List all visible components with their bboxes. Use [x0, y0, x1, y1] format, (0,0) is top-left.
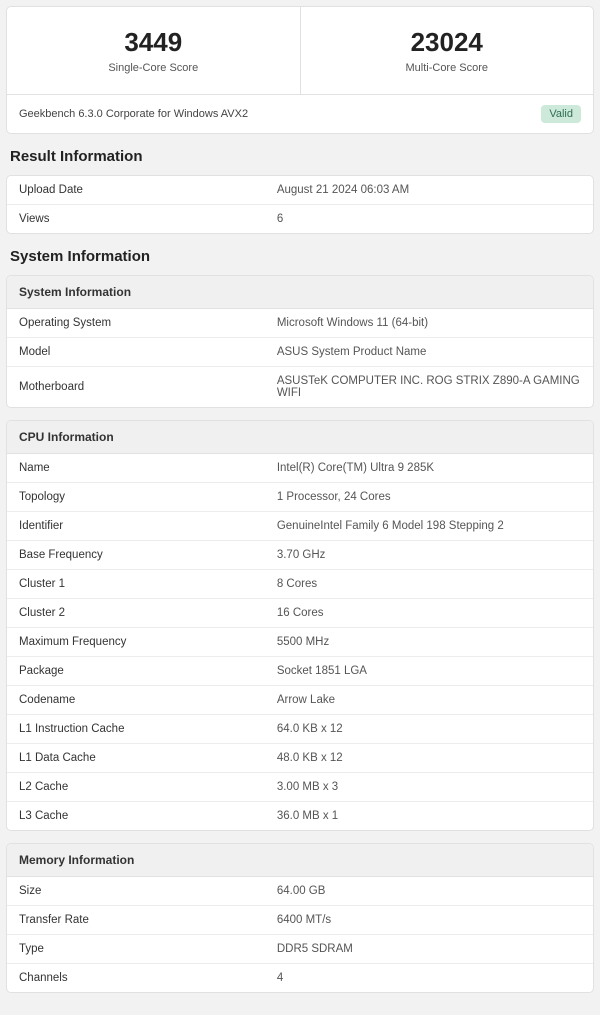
cpu-section-header: CPU Information — [7, 421, 593, 454]
result-value: 6 — [265, 205, 593, 234]
cpu-key: L3 Cache — [7, 802, 265, 831]
system-info-heading: System Information — [10, 248, 590, 265]
cpu-info-card: CPU Information NameIntel(R) Core(TM) Ul… — [6, 420, 594, 831]
memory-key: Type — [7, 935, 265, 964]
memory-row: Transfer Rate6400 MT/s — [7, 906, 593, 935]
single-core-cell: 3449 Single-Core Score — [7, 7, 301, 94]
memory-row: Channels4 — [7, 964, 593, 993]
cpu-key: Maximum Frequency — [7, 628, 265, 657]
system-key: Model — [7, 338, 265, 367]
scores-card: 3449 Single-Core Score 23024 Multi-Core … — [6, 6, 594, 134]
cpu-value: Arrow Lake — [265, 686, 593, 715]
cpu-key: Codename — [7, 686, 265, 715]
memory-info-table: Memory Information Size64.00 GBTransfer … — [7, 844, 593, 992]
cpu-row: L1 Instruction Cache64.0 KB x 12 — [7, 715, 593, 744]
cpu-value: Intel(R) Core(TM) Ultra 9 285K — [265, 454, 593, 483]
cpu-value: 64.0 KB x 12 — [265, 715, 593, 744]
version-text: Geekbench 6.3.0 Corporate for Windows AV… — [19, 108, 248, 120]
cpu-value: 16 Cores — [265, 599, 593, 628]
cpu-key: L2 Cache — [7, 773, 265, 802]
cpu-row: Base Frequency3.70 GHz — [7, 541, 593, 570]
cpu-key: Identifier — [7, 512, 265, 541]
cpu-key: Base Frequency — [7, 541, 265, 570]
cpu-row: Topology1 Processor, 24 Cores — [7, 483, 593, 512]
valid-badge: Valid — [541, 105, 581, 123]
system-info-table: System Information Operating SystemMicro… — [7, 276, 593, 407]
system-key: Motherboard — [7, 367, 265, 408]
result-value: August 21 2024 06:03 AM — [265, 176, 593, 205]
result-row: Upload DateAugust 21 2024 06:03 AM — [7, 176, 593, 205]
multi-core-value: 23024 — [311, 27, 584, 58]
cpu-row: PackageSocket 1851 LGA — [7, 657, 593, 686]
system-row: Operating SystemMicrosoft Windows 11 (64… — [7, 309, 593, 338]
system-key: Operating System — [7, 309, 265, 338]
system-info-card: System Information Operating SystemMicro… — [6, 275, 594, 408]
cpu-key: Name — [7, 454, 265, 483]
cpu-row: NameIntel(R) Core(TM) Ultra 9 285K — [7, 454, 593, 483]
cpu-row: CodenameArrow Lake — [7, 686, 593, 715]
memory-value: 4 — [265, 964, 593, 993]
memory-key: Transfer Rate — [7, 906, 265, 935]
cpu-row: L3 Cache36.0 MB x 1 — [7, 802, 593, 831]
cpu-row: Maximum Frequency5500 MHz — [7, 628, 593, 657]
cpu-value: 3.70 GHz — [265, 541, 593, 570]
cpu-key: Package — [7, 657, 265, 686]
system-row: ModelASUS System Product Name — [7, 338, 593, 367]
cpu-key: Cluster 1 — [7, 570, 265, 599]
cpu-row: L2 Cache3.00 MB x 3 — [7, 773, 593, 802]
cpu-value: 1 Processor, 24 Cores — [265, 483, 593, 512]
system-row: MotherboardASUSTeK COMPUTER INC. ROG STR… — [7, 367, 593, 408]
cpu-row: L1 Data Cache48.0 KB x 12 — [7, 744, 593, 773]
version-row: Geekbench 6.3.0 Corporate for Windows AV… — [7, 94, 593, 133]
system-value: Microsoft Windows 11 (64-bit) — [265, 309, 593, 338]
cpu-value: 5500 MHz — [265, 628, 593, 657]
cpu-value: 36.0 MB x 1 — [265, 802, 593, 831]
system-value: ASUS System Product Name — [265, 338, 593, 367]
memory-key: Size — [7, 877, 265, 906]
result-info-table: Upload DateAugust 21 2024 06:03 AMViews6 — [7, 176, 593, 233]
cpu-info-table: CPU Information NameIntel(R) Core(TM) Ul… — [7, 421, 593, 830]
memory-row: TypeDDR5 SDRAM — [7, 935, 593, 964]
memory-value: DDR5 SDRAM — [265, 935, 593, 964]
cpu-row: IdentifierGenuineIntel Family 6 Model 19… — [7, 512, 593, 541]
memory-value: 64.00 GB — [265, 877, 593, 906]
cpu-value: 3.00 MB x 3 — [265, 773, 593, 802]
multi-core-label: Multi-Core Score — [311, 62, 584, 74]
cpu-value: 48.0 KB x 12 — [265, 744, 593, 773]
single-core-label: Single-Core Score — [17, 62, 290, 74]
result-info-card: Upload DateAugust 21 2024 06:03 AMViews6 — [6, 175, 594, 234]
memory-key: Channels — [7, 964, 265, 993]
cpu-value: 8 Cores — [265, 570, 593, 599]
cpu-key: Cluster 2 — [7, 599, 265, 628]
cpu-value: Socket 1851 LGA — [265, 657, 593, 686]
system-value: ASUSTeK COMPUTER INC. ROG STRIX Z890-A G… — [265, 367, 593, 408]
result-key: Views — [7, 205, 265, 234]
cpu-key: L1 Data Cache — [7, 744, 265, 773]
memory-info-card: Memory Information Size64.00 GBTransfer … — [6, 843, 594, 993]
cpu-row: Cluster 18 Cores — [7, 570, 593, 599]
cpu-row: Cluster 216 Cores — [7, 599, 593, 628]
memory-value: 6400 MT/s — [265, 906, 593, 935]
result-row: Views6 — [7, 205, 593, 234]
result-info-heading: Result Information — [10, 148, 590, 165]
system-section-header: System Information — [7, 276, 593, 309]
memory-row: Size64.00 GB — [7, 877, 593, 906]
cpu-value: GenuineIntel Family 6 Model 198 Stepping… — [265, 512, 593, 541]
cpu-key: Topology — [7, 483, 265, 512]
memory-section-header: Memory Information — [7, 844, 593, 877]
cpu-key: L1 Instruction Cache — [7, 715, 265, 744]
single-core-value: 3449 — [17, 27, 290, 58]
multi-core-cell: 23024 Multi-Core Score — [301, 7, 594, 94]
result-key: Upload Date — [7, 176, 265, 205]
